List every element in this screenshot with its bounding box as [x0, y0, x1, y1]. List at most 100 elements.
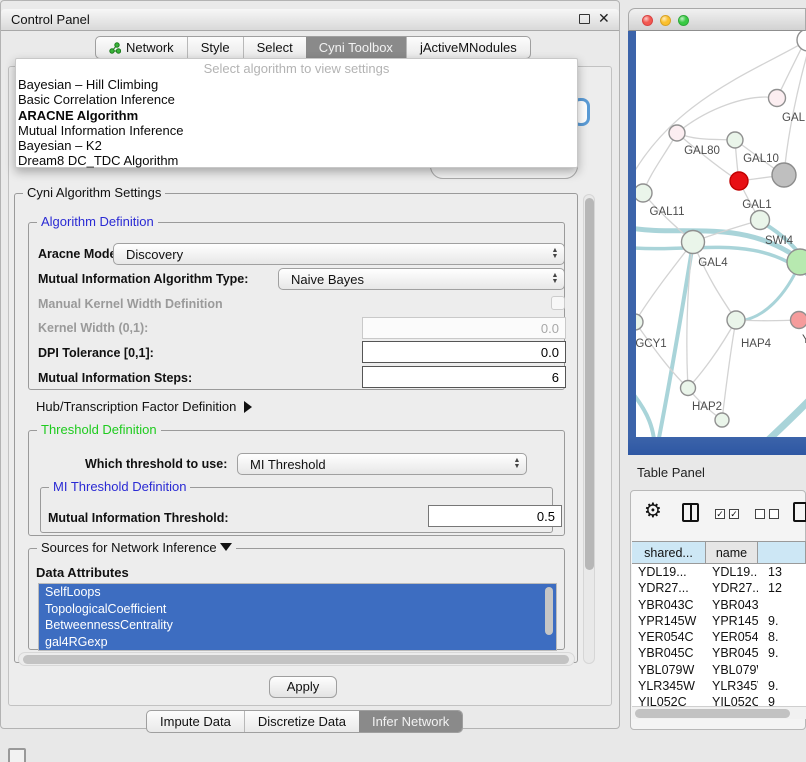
attribute-item-gal4rgexp[interactable]: gal4RGexp	[39, 634, 556, 651]
network-node[interactable]	[791, 312, 806, 329]
attribute-item-selfloops[interactable]: SelfLoops	[39, 584, 556, 601]
table-horizontal-scrollbar[interactable]	[632, 706, 806, 719]
network-edge[interactable]	[693, 242, 736, 320]
dpi-tolerance-input[interactable]	[362, 341, 566, 363]
mac-close-button[interactable]	[642, 15, 653, 26]
docked-panel-icon[interactable]	[8, 748, 26, 762]
column-header-name[interactable]: name	[706, 542, 758, 563]
mi-steps-input[interactable]	[362, 366, 566, 388]
table-row[interactable]: YDL19...YDL19...13	[632, 564, 806, 580]
table-row[interactable]: YBL079WYBL079W	[632, 662, 806, 678]
column-header-shared[interactable]: shared...	[632, 542, 706, 563]
tab-infer-network[interactable]: Infer Network	[359, 711, 462, 732]
table-row[interactable]: YBR043CYBR043C	[632, 597, 806, 613]
network-edge[interactable]	[636, 242, 693, 322]
control-panel-titlebar[interactable]: Control Panel ✕	[1, 9, 619, 31]
close-icon[interactable]: ✕	[598, 10, 610, 27]
network-node[interactable]	[715, 413, 729, 427]
network-node[interactable]	[682, 231, 705, 254]
network-window-titlebar[interactable]	[628, 8, 806, 31]
checkbox-unchecked-icon[interactable]	[769, 509, 779, 519]
network-node[interactable]	[727, 311, 745, 329]
network-node[interactable]	[681, 381, 696, 396]
table-row[interactable]: YER054CYER054C8.	[632, 629, 806, 645]
manual-kernel-checkbox[interactable]	[551, 296, 565, 310]
network-canvas[interactable]: GALGAL80GAL10GAL1GAL11SWI4GAL4GCY1HAP4YH…	[636, 31, 806, 437]
network-edge[interactable]	[722, 320, 736, 420]
network-node[interactable]	[636, 184, 652, 202]
network-edge[interactable]	[643, 133, 677, 193]
network-node[interactable]	[772, 163, 796, 187]
table-row[interactable]: YLR345WYLR345W9.	[632, 678, 806, 694]
network-edge[interactable]	[688, 320, 736, 388]
network-node[interactable]	[769, 90, 786, 107]
network-edge[interactable]	[677, 133, 735, 140]
network-node[interactable]	[787, 249, 806, 275]
float-window-icon[interactable]	[579, 14, 590, 24]
algorithm-option-mutual-information-inference[interactable]: Mutual Information Inference	[16, 123, 577, 138]
expand-right-icon[interactable]	[244, 401, 252, 413]
data-attributes-label: Data Attributes	[36, 565, 129, 580]
mi-threshold-input[interactable]	[428, 505, 562, 527]
settings-vertical-scrollbar-thumb[interactable]	[585, 198, 594, 570]
mi-type-combo[interactable]: Naive Bayes ▲▼	[278, 268, 565, 290]
algorithm-option-bayesian-hill-climbing[interactable]: Bayesian – Hill Climbing	[16, 77, 577, 92]
network-edge[interactable]	[636, 381, 655, 437]
table-cell: 8.	[758, 629, 806, 645]
table-cell	[758, 597, 806, 613]
network-edge[interactable]	[742, 391, 806, 437]
mac-minimize-button[interactable]	[660, 15, 671, 26]
checkbox-checked-icon[interactable]: ✓	[729, 509, 739, 519]
network-node[interactable]	[797, 31, 806, 51]
aracne-mode-value: Discovery	[114, 247, 546, 262]
checkbox-checked-icon[interactable]: ✓	[715, 509, 725, 519]
settings-horizontal-scrollbar[interactable]	[18, 652, 575, 666]
network-node[interactable]	[730, 172, 748, 190]
settings-horizontal-scrollbar-thumb[interactable]	[23, 655, 569, 664]
table-row[interactable]: YPR145WYPR145W9.	[632, 613, 806, 629]
table-row[interactable]: YDR27...YDR27...12	[632, 580, 806, 596]
control-panel-title: Control Panel	[11, 12, 90, 27]
table-cell: YLR345W	[706, 678, 758, 694]
kernel-width-input[interactable]	[362, 317, 566, 339]
tab-discretize-data[interactable]: Discretize Data	[244, 711, 359, 732]
algorithm-option-basic-correlation-inference[interactable]: Basic Correlation Inference	[16, 92, 577, 107]
column-header-partial[interactable]	[758, 542, 806, 563]
table-row[interactable]: YBR045CYBR045C9.	[632, 645, 806, 661]
gear-icon[interactable]: ⚙	[644, 498, 662, 523]
which-threshold-combo[interactable]: MI Threshold ▲▼	[237, 453, 527, 475]
hub-definition-section[interactable]: Hub/Transcription Factor Definition	[36, 399, 252, 414]
network-node[interactable]	[669, 125, 685, 141]
collapse-down-icon[interactable]	[220, 543, 232, 551]
apply-button[interactable]: Apply	[269, 676, 337, 698]
mi-type-label: Mutual Information Algorithm Type:	[38, 272, 248, 286]
mac-zoom-button[interactable]	[678, 15, 689, 26]
mi-type-value: Naive Bayes	[279, 272, 546, 287]
checkbox-unchecked-icon[interactable]	[755, 509, 765, 519]
node-label-gal11: GAL11	[650, 206, 685, 218]
columns-icon[interactable]	[682, 503, 699, 522]
tab-style[interactable]: Style	[187, 37, 243, 58]
table-cell: 9.	[758, 645, 806, 661]
tab-select[interactable]: Select	[243, 37, 306, 58]
algorithm-option-dream8-dc-tdc-algorithm[interactable]: Dream8 DC_TDC Algorithm	[16, 153, 577, 168]
tab-impute-data[interactable]: Impute Data	[147, 711, 244, 732]
settings-vertical-scrollbar[interactable]	[583, 194, 595, 664]
table-horizontal-scrollbar-thumb[interactable]	[635, 709, 790, 718]
tab-network[interactable]: Network	[96, 37, 187, 58]
table-row[interactable]: YIL052CYIL052C9	[632, 694, 806, 706]
algorithm-option-aracne-algorithm[interactable]: ARACNE Algorithm	[16, 108, 577, 123]
tab-jactivemnodules[interactable]: jActiveMNodules	[406, 37, 530, 58]
network-node[interactable]	[751, 211, 770, 230]
network-edge[interactable]	[677, 97, 777, 133]
data-attributes-list[interactable]: SelfLoopsTopologicalCoefficientBetweenne…	[38, 583, 557, 651]
attributes-list-scrollbar-thumb[interactable]	[545, 587, 553, 635]
network-node[interactable]	[636, 314, 643, 330]
page-icon[interactable]	[793, 502, 806, 522]
attribute-item-topologicalcoefficient[interactable]: TopologicalCoefficient	[39, 601, 556, 618]
algorithm-option-bayesian-k2[interactable]: Bayesian – K2	[16, 138, 577, 153]
attribute-item-betweennesscentrality[interactable]: BetweennessCentrality	[39, 617, 556, 634]
network-node[interactable]	[727, 132, 743, 148]
aracne-mode-combo[interactable]: Discovery ▲▼	[113, 243, 565, 265]
tab-cyni-toolbox[interactable]: Cyni Toolbox	[306, 37, 406, 58]
